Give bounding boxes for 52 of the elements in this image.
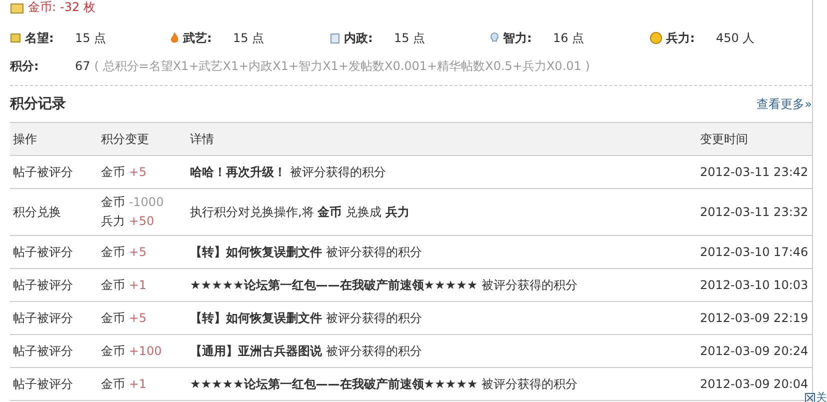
time-cell-text: 2012-03-11 23:42 bbox=[700, 165, 810, 179]
time-cell-text: 2012-03-10 17:46 bbox=[700, 245, 810, 259]
points-change: 金币 +5 bbox=[101, 244, 148, 260]
detail-cell-text: 【转】如何恢复误删文件 被评分获得的积分 bbox=[190, 244, 423, 260]
action-cell-text: 帖子被评分 bbox=[13, 276, 74, 294]
detail-cell-text: 哈哈！再次升级！ 被评分获得的积分 bbox=[190, 164, 387, 180]
stat-label: 兵力: bbox=[666, 30, 696, 46]
detail-cell-text: ★★★★★论坛第一红包——在我破产前速领★★★★★ 被评分获得的积分 bbox=[190, 276, 578, 294]
currency-label: 金币: bbox=[28, 0, 56, 16]
points-change: 金币 +1 bbox=[101, 276, 148, 294]
stat-label: 内政: bbox=[344, 30, 374, 46]
time-cell-text: 2012-03-09 22:19 bbox=[700, 311, 810, 325]
stat-label: 武艺: bbox=[183, 30, 213, 46]
time-cell-text: 2012-03-10 10:03 bbox=[700, 278, 810, 292]
detail-cell-text: 【转】如何恢复误删文件 被评分获得的积分 bbox=[190, 310, 423, 326]
action-cell-text: 积分兑换 bbox=[13, 204, 62, 220]
action-cell-text: 帖子被评分 bbox=[13, 244, 74, 260]
view-more-link[interactable]: 查看更多» bbox=[756, 96, 812, 112]
stat-value: 15 点 bbox=[75, 30, 106, 46]
column-header: 积分变更 bbox=[101, 130, 150, 148]
column-header: 操作 bbox=[13, 130, 38, 148]
column-header: 变更时间 bbox=[700, 130, 749, 148]
stat-value: 16 点 bbox=[553, 30, 584, 46]
time-cell-text: 2012-03-09 20:24 bbox=[700, 344, 810, 358]
time-cell-text: 2012-03-09 20:04 bbox=[700, 377, 810, 391]
score-value: 67 bbox=[75, 59, 90, 73]
column-header: 详情 bbox=[190, 130, 215, 148]
action-cell-text: 帖子被评分 bbox=[13, 342, 74, 360]
detail-cell-text: ★★★★★论坛第一红包——在我破产前速领★★★★★ 被评分获得的积分 bbox=[190, 376, 578, 392]
detail-cell-text: 执行积分对兑换操作,将 金币 兑换成 兵力 bbox=[190, 204, 410, 220]
points-change: 金币 +1 bbox=[101, 376, 148, 392]
stat-label: 名望: bbox=[25, 30, 55, 46]
stat-value: 450 人 bbox=[716, 30, 755, 46]
flame-icon bbox=[170, 32, 179, 44]
action-cell-text: 帖子被评分 bbox=[13, 164, 74, 180]
currency-amount: -32 枚 bbox=[60, 0, 96, 16]
points-change: 金币 +5 bbox=[101, 310, 148, 326]
score-formula: ( 总积分=名望X1+武艺X1+内政X1+智力X1+发帖数X0.001+精华帖数X0.5+兵力X0.01 ) bbox=[94, 58, 590, 74]
points-change: 金币 +5 bbox=[101, 164, 148, 180]
action-cell-text: 帖子被评分 bbox=[13, 310, 74, 326]
detail-cell-text: 【通用】亚洲古兵器图说 被评分获得的积分 bbox=[190, 342, 423, 360]
stat-label: 智力: bbox=[503, 30, 533, 46]
score-label: 积分: bbox=[10, 58, 40, 74]
action-cell-text: 帖子被评分 bbox=[13, 376, 74, 392]
stat-value: 15 点 bbox=[394, 30, 426, 46]
section-title: 积分记录 bbox=[10, 95, 66, 113]
stat-value: 15 点 bbox=[233, 30, 264, 46]
points-change: 金币 +100 bbox=[101, 342, 163, 360]
time-cell-text: 2012-03-11 23:32 bbox=[700, 205, 810, 219]
points-change: 金币 -1000 bbox=[101, 194, 165, 211]
bulb-icon bbox=[490, 32, 499, 44]
points-change: 兵力 +50 bbox=[101, 213, 156, 230]
